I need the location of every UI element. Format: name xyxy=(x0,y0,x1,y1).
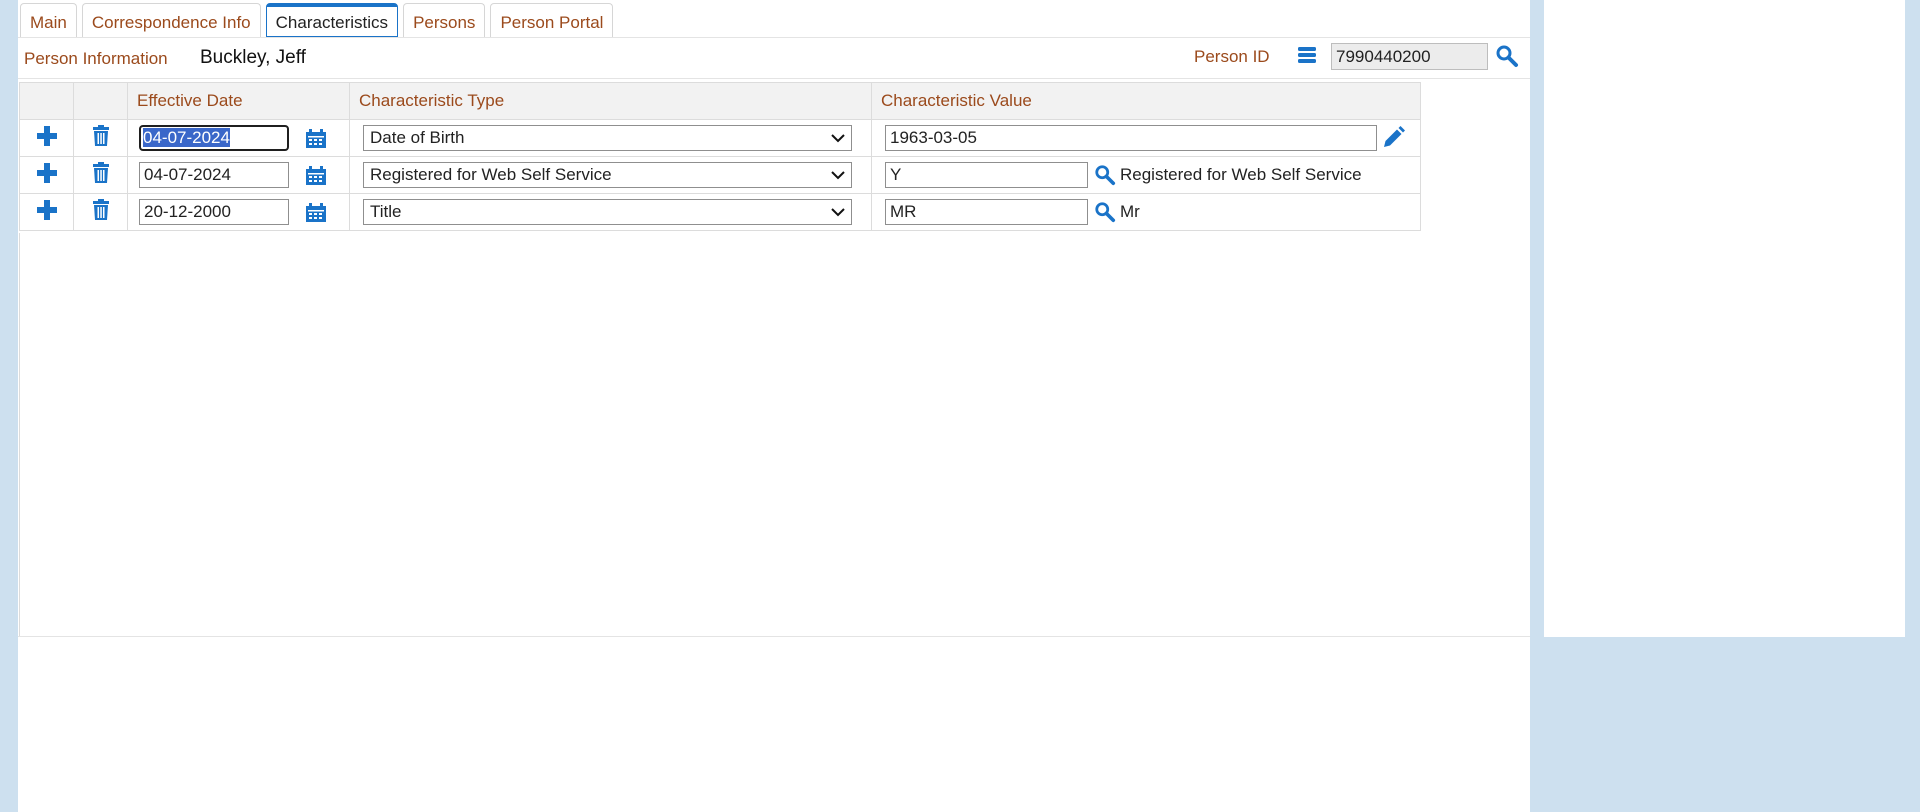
tab-persons[interactable]: Persons xyxy=(403,3,486,37)
table-row: 04-07-2024 Date of Birth xyxy=(19,119,1421,157)
effective-date-input[interactable] xyxy=(139,199,289,225)
column-header-effective-date: Effective Date xyxy=(127,82,350,120)
header-divider xyxy=(18,78,1530,79)
add-row-icon[interactable] xyxy=(36,162,58,184)
search-icon[interactable] xyxy=(1094,201,1116,223)
tab-correspondence-info[interactable]: Correspondence Info xyxy=(81,3,261,37)
chevron-down-icon xyxy=(831,171,845,180)
calendar-icon[interactable] xyxy=(305,165,327,186)
column-header-add xyxy=(19,82,74,120)
delete-row-icon[interactable] xyxy=(92,198,110,221)
effective-date-input[interactable] xyxy=(139,162,289,188)
grid-left-border xyxy=(19,233,20,636)
tab-characteristics[interactable]: Characteristics xyxy=(265,3,399,37)
right-side-panel xyxy=(1544,0,1905,637)
characteristic-type-select[interactable]: Registered for Web Self Service xyxy=(363,162,852,188)
characteristic-value-input[interactable] xyxy=(885,125,1377,151)
tab-divider xyxy=(18,37,1530,38)
calendar-icon[interactable] xyxy=(305,128,327,149)
add-row-icon[interactable] xyxy=(36,125,58,147)
characteristic-value-description: Registered for Web Self Service xyxy=(1120,165,1362,184)
table-row: Registered for Web Self Service Register… xyxy=(19,156,1421,194)
main-panel: Main Correspondence Info Characteristics… xyxy=(18,0,1530,812)
characteristic-type-value: Registered for Web Self Service xyxy=(370,165,612,184)
effective-date-input[interactable]: 04-07-2024 xyxy=(139,125,289,151)
characteristic-type-select[interactable]: Title xyxy=(363,199,852,225)
add-row-icon[interactable] xyxy=(36,199,58,221)
person-info-label: Person Information xyxy=(24,49,168,68)
column-header-characteristic-type: Characteristic Type xyxy=(349,82,872,120)
table-row: Title Mr xyxy=(19,193,1421,231)
chevron-down-icon xyxy=(831,134,845,143)
tab-bar: Main Correspondence Info Characteristics… xyxy=(20,3,614,37)
calendar-icon[interactable] xyxy=(305,202,327,223)
characteristic-value-description: Mr xyxy=(1120,202,1140,221)
tab-main[interactable]: Main xyxy=(20,3,77,37)
person-name: Buckley, Jeff xyxy=(200,47,306,68)
characteristic-type-value: Date of Birth xyxy=(370,128,465,147)
chevron-down-icon xyxy=(831,208,845,217)
search-icon[interactable] xyxy=(1094,164,1116,186)
characteristic-type-select[interactable]: Date of Birth xyxy=(363,125,852,151)
column-header-characteristic-value: Characteristic Value xyxy=(871,82,1421,120)
characteristics-grid: Effective Date Characteristic Type Chara… xyxy=(19,82,1421,231)
context-menu-icon[interactable] xyxy=(1297,45,1317,65)
characteristic-value-input[interactable] xyxy=(885,199,1088,225)
person-id-input[interactable] xyxy=(1331,43,1488,70)
delete-row-icon[interactable] xyxy=(92,161,110,184)
column-header-delete xyxy=(73,82,128,120)
characteristic-type-value: Title xyxy=(370,202,402,221)
grid-header-row: Effective Date Characteristic Type Chara… xyxy=(19,82,1421,120)
characteristic-value-input[interactable] xyxy=(885,162,1088,188)
delete-row-icon[interactable] xyxy=(92,124,110,147)
pencil-icon[interactable] xyxy=(1381,126,1405,150)
search-icon[interactable] xyxy=(1495,44,1519,68)
tab-person-portal[interactable]: Person Portal xyxy=(490,3,614,37)
grid-bottom-divider xyxy=(18,636,1530,637)
person-id-label: Person ID xyxy=(1194,47,1270,66)
